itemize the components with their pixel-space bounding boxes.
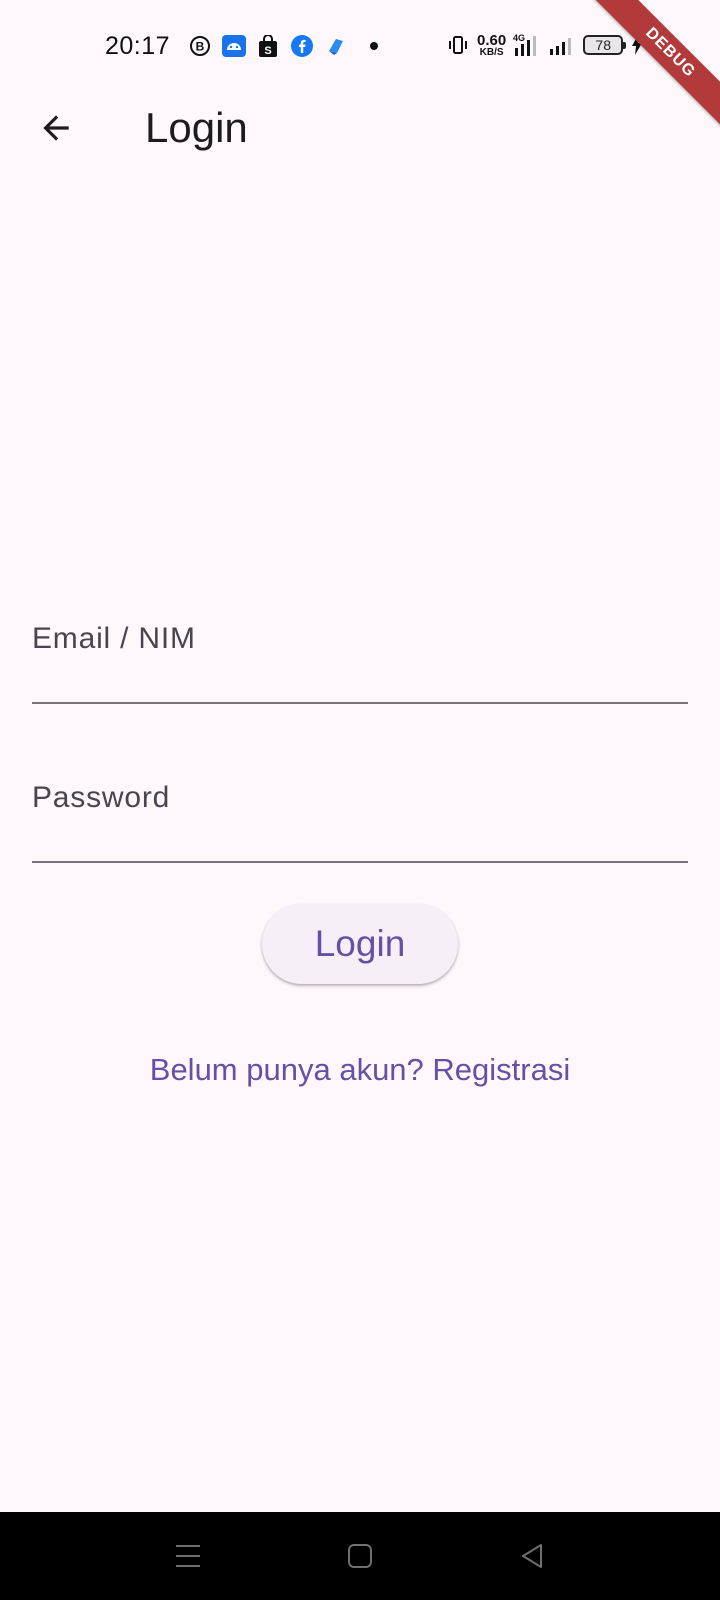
email-field[interactable]: Email / NIM — [32, 604, 688, 704]
email-input[interactable] — [32, 604, 688, 704]
password-input[interactable] — [32, 763, 688, 863]
password-field-underline — [32, 861, 688, 863]
email-field-underline — [32, 702, 688, 704]
svg-text:B: B — [196, 40, 205, 54]
nav-back-button[interactable] — [504, 1530, 560, 1582]
notification-icons: B S — [188, 33, 378, 59]
page-title: Login — [145, 104, 248, 151]
menu-lines-icon — [176, 1545, 200, 1567]
facebook-icon — [290, 34, 314, 58]
svg-text:4G: 4G — [513, 33, 525, 43]
status-time: 20:17 — [105, 32, 171, 60]
status-right-icons: 0.60 KB/S 4G 78 — [446, 30, 644, 60]
vibrate-icon — [446, 33, 470, 57]
back-button[interactable] — [28, 100, 84, 156]
signal-4g-icon: 4G — [513, 33, 541, 57]
blue-app-icon — [324, 34, 348, 58]
b-circle-icon: B — [188, 34, 212, 58]
app-bar: Login — [0, 92, 720, 164]
android-icon — [222, 34, 246, 58]
nav-home-button[interactable] — [332, 1530, 388, 1582]
register-link[interactable]: Belum punya akun? Registrasi — [0, 1052, 720, 1088]
system-nav-bar — [0, 1512, 720, 1600]
battery-icon: 78 — [583, 35, 627, 55]
svg-text:S: S — [264, 45, 271, 57]
nav-recents-button[interactable] — [160, 1530, 216, 1582]
signal-icon — [548, 33, 576, 57]
dot-icon — [370, 42, 378, 50]
login-button[interactable]: Login — [262, 904, 458, 984]
login-screen: 20:17 B S 0.60 KB/S 4G 78 DEBUG Login Em… — [0, 0, 720, 1600]
net-speed: 0.60 KB/S — [477, 31, 507, 58]
triangle-back-icon — [522, 1544, 542, 1568]
arrow-back-icon — [43, 115, 69, 141]
shopping-bag-s-icon: S — [256, 34, 280, 58]
password-field[interactable]: Password — [32, 763, 688, 863]
square-home-icon — [348, 1544, 372, 1568]
